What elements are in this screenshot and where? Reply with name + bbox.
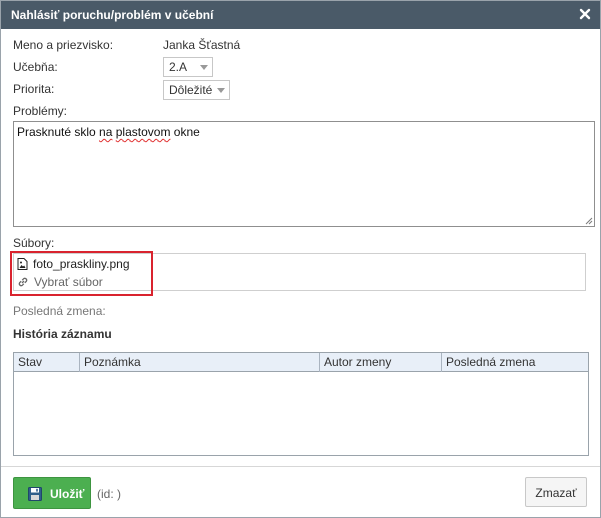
save-button-label: Uložiť xyxy=(50,487,85,501)
history-table-header: Stav Poznámka Autor zmeny Posledná zmena xyxy=(14,353,588,372)
problems-textarea[interactable]: Prasknuté sklo na plastovom okne xyxy=(13,121,595,227)
problems-label: Problémy: xyxy=(13,104,68,118)
history-table: Stav Poznámka Autor zmeny Posledná zmena xyxy=(13,352,589,456)
chevron-down-icon xyxy=(217,88,225,93)
column-header-author[interactable]: Autor zmeny xyxy=(320,353,442,372)
report-dialog: Nahlásiť poruchu/problém v učební Meno a… xyxy=(0,0,601,518)
column-header-last-change[interactable]: Posledná zmena xyxy=(442,353,588,372)
save-button[interactable]: Uložiť xyxy=(13,477,91,509)
save-disk-icon xyxy=(28,487,42,501)
priority-label: Priorita: xyxy=(13,82,55,96)
footer-divider xyxy=(1,466,600,467)
problems-text-misspelled: plastovom xyxy=(115,125,171,139)
room-select[interactable]: 2.A xyxy=(163,57,213,77)
dialog-title: Nahlásiť poruchu/problém v učební xyxy=(11,8,214,22)
files-label: Súbory: xyxy=(13,236,55,250)
priority-select-value: Dôležité xyxy=(169,83,213,97)
column-header-note[interactable]: Poznámka xyxy=(80,353,320,372)
history-title: História záznamu xyxy=(13,327,112,341)
name-label: Meno a priezvisko: xyxy=(13,38,114,52)
image-file-icon xyxy=(17,258,28,270)
room-label: Učebňa: xyxy=(13,60,58,74)
close-icon[interactable] xyxy=(578,7,592,21)
attached-file-name: foto_praskliny.png xyxy=(33,257,130,271)
problems-text-suffix: okne xyxy=(170,125,200,139)
name-value: Janka Šťastná xyxy=(163,38,241,52)
link-icon xyxy=(18,277,28,287)
problems-text-prefix: Prasknuté sklo xyxy=(17,125,100,139)
resize-handle-icon[interactable] xyxy=(584,216,593,225)
pick-file-link[interactable]: Vybrať súbor xyxy=(17,275,103,289)
record-id: (id: ) xyxy=(97,487,121,501)
last-change-label: Posledná zmena: xyxy=(13,304,106,318)
chevron-down-icon xyxy=(200,65,208,70)
pick-file-label: Vybrať súbor xyxy=(34,275,103,289)
problems-text-misspelled: na xyxy=(99,125,113,139)
priority-select[interactable]: Dôležité xyxy=(163,80,230,100)
delete-button[interactable]: Zmazať xyxy=(525,477,587,507)
column-header-status[interactable]: Stav xyxy=(14,353,80,372)
attached-file[interactable]: foto_praskliny.png xyxy=(17,257,130,271)
room-select-value: 2.A xyxy=(169,60,188,74)
dialog-titlebar: Nahlásiť poruchu/problém v učební xyxy=(1,1,600,29)
delete-button-label: Zmazať xyxy=(535,486,577,500)
